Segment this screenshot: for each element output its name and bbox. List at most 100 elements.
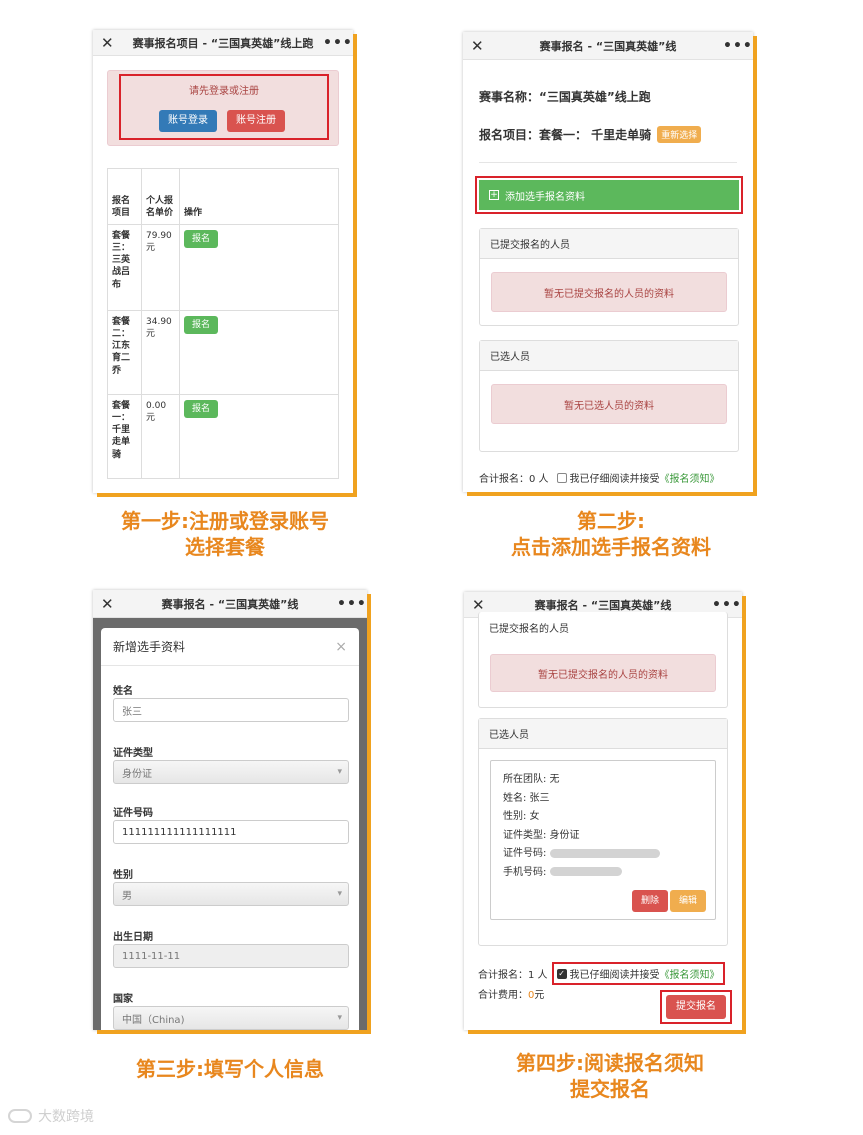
caption-line: 第一步:注册或登录账号 (121, 509, 329, 533)
caption-line: 点击添加选手报名资料 (511, 535, 711, 559)
caption-line: 第三步:填写个人信息 (136, 1057, 324, 1081)
item-line: 报名项目：套餐一： 千里走单骑 重新选择 (479, 126, 702, 143)
signup-button[interactable]: 报名 (184, 230, 219, 249)
highlight-box (475, 176, 743, 214)
id-type-label: 证件类型 (113, 748, 153, 759)
delete-button[interactable]: 删除 (632, 890, 668, 912)
divider (479, 162, 737, 163)
panel-header: 已选人员 (480, 341, 738, 371)
person-id-label: 证件号码: (503, 848, 547, 859)
screenshot-step3: ✕ 赛事报名 - “三国真英雄”线 ••• 新增选手资料 × 姓名 张三 证件类… (93, 590, 367, 1030)
submit-button[interactable]: 提交报名 (666, 995, 726, 1019)
checked-checkbox-icon[interactable]: ✓ (556, 968, 567, 979)
agree-row: ✓ 我已仔细阅读并接受 《报名须知》 (551, 962, 725, 985)
caption-line: 第二步: (577, 509, 645, 533)
agree-text: 我已仔细阅读并接受 (569, 474, 660, 485)
title-bar: ✕ 赛事报名 - “三国真英雄”线 ••• (463, 32, 753, 60)
fee-row: 合计费用：0元 (478, 986, 544, 1001)
more-icon[interactable]: ••• (723, 38, 752, 54)
register-button[interactable]: 账号注册 (227, 110, 285, 132)
caption-line: 提交报名 (570, 1077, 650, 1101)
gender-select[interactable]: 男 (113, 882, 349, 906)
package-name: 套餐一：千里走单骑 (107, 394, 142, 479)
notice-link[interactable]: 《报名须知》 (660, 470, 720, 485)
id-type-select[interactable]: 身份证 (113, 760, 349, 784)
reselect-button[interactable]: 重新选择 (657, 126, 702, 143)
fee-unit: 元 (534, 990, 545, 1001)
table-header-row: 报名项目 个人报名单价 操作 (107, 168, 339, 225)
table-row: 套餐三：三英战吕布 79.90元 报名 (107, 224, 339, 311)
header-action: 操作 (179, 168, 339, 225)
footer-row: 合计报名：1 人 ✓ 我已仔细阅读并接受 《报名须知》 (478, 962, 725, 985)
step3-caption: 第三步:填写个人信息 (80, 1056, 380, 1082)
person-id-row: 证件号码: (503, 845, 703, 864)
country-select[interactable]: 中国（China) (113, 1006, 349, 1030)
submitted-empty-alert: 暂无已提交报名的人员的资料 (490, 654, 716, 692)
page-title: 赛事报名项目 - “三国真英雄”线上跑 (132, 36, 314, 50)
close-icon[interactable]: ✕ (472, 596, 494, 614)
total-count: 合计报名：0 人 (479, 474, 549, 485)
package-name: 套餐三：三英战吕布 (107, 224, 142, 311)
add-player-modal: 新增选手资料 × 姓名 张三 证件类型 身份证 证件号码 11111111111… (101, 628, 359, 1030)
more-icon[interactable]: ••• (337, 596, 366, 612)
login-button[interactable]: 账号登录 (159, 110, 217, 132)
person-name: 姓名: 张三 (503, 792, 550, 804)
login-prompt: 请先登录或注册 (189, 86, 259, 97)
signup-button[interactable]: 报名 (184, 400, 219, 419)
modal-close-icon[interactable]: × (335, 639, 347, 655)
person-phone-row: 手机号码: (503, 864, 703, 883)
footer-row: 合计报名：0 人 我已仔细阅读并接受 《报名须知》 (479, 470, 720, 485)
header-item: 报名项目 (107, 168, 142, 225)
more-icon[interactable]: ••• (323, 35, 352, 51)
modal-title: 新增选手资料 (113, 640, 186, 654)
close-icon[interactable]: ✕ (101, 34, 123, 52)
birth-date-input[interactable]: 1111-11-11 (113, 944, 349, 968)
notice-link[interactable]: 《报名须知》 (660, 966, 720, 981)
panel-header: 已选人员 (479, 719, 727, 749)
package-table: 报名项目 个人报名单价 操作 套餐三：三英战吕布 79.90元 报名 套餐二：江… (107, 168, 339, 479)
more-icon[interactable]: ••• (712, 597, 741, 613)
step4-caption: 第四步:阅读报名须知 提交报名 (460, 1050, 760, 1102)
caption-line: 第四步:阅读报名须知 (516, 1051, 704, 1075)
birth-date-label: 出生日期 (113, 932, 153, 943)
title-bar: ✕ 赛事报名项目 - “三国真英雄”线上跑 ••• (93, 30, 353, 56)
modal-header: 新增选手资料 × (101, 628, 359, 666)
submitted-empty-alert: 暂无已提交报名的人员的资料 (491, 272, 727, 312)
fee-label: 合计费用： (478, 990, 528, 1001)
close-icon[interactable]: ✕ (101, 595, 123, 613)
close-icon[interactable]: ✕ (471, 37, 493, 55)
person-id-type: 证件类型: 身份证 (503, 829, 580, 841)
agree-checkbox[interactable] (556, 472, 567, 483)
page-title: 赛事报名 - “三国真英雄”线 (161, 597, 299, 611)
person-team: 所在团队: 无 (503, 774, 560, 785)
signup-button[interactable]: 报名 (184, 316, 219, 335)
screenshot-step2: ✕ 赛事报名 - “三国真英雄”线 ••• 赛事名称：“三国真英雄”线上跑 报名… (463, 32, 753, 492)
person-gender: 性别: 女 (503, 811, 540, 822)
id-number-input[interactable]: 111111111111111111 (113, 820, 349, 844)
gender-label: 性别 (113, 870, 133, 881)
edit-button[interactable]: 编辑 (670, 890, 706, 912)
panel-header: 已提交报名的人员 (489, 624, 569, 635)
table-row: 套餐一：千里走单骑 0.00元 报名 (107, 394, 339, 479)
selected-empty-alert: 暂无已选人员的资料 (491, 384, 727, 424)
package-price: 34.90元 (141, 310, 180, 395)
country-label: 国家 (113, 994, 133, 1005)
person-phone-label: 手机号码: (503, 866, 547, 878)
watermark-logo-icon (8, 1109, 32, 1123)
page-title: 赛事报名 - “三国真英雄”线 (539, 39, 677, 53)
screenshot-step4: ✕ 赛事报名 - “三国真英雄”线 ••• 已提交报名的人员 暂无已提交报名的人… (464, 592, 742, 1030)
title-bar: ✕ 赛事报名 - “三国真英雄”线 ••• (93, 590, 367, 618)
step2-caption: 第二步: 点击添加选手报名资料 (466, 508, 756, 560)
package-name: 套餐二：江东育二乔 (107, 310, 142, 395)
header-price: 个人报名单价 (141, 168, 180, 225)
package-price: 79.90元 (141, 224, 180, 311)
name-input[interactable]: 张三 (113, 698, 349, 722)
item-label: 报名项目：套餐一： 千里走单骑 (479, 128, 652, 142)
watermark: 大数跨境 (8, 1106, 94, 1126)
id-number-label: 证件号码 (113, 808, 153, 819)
watermark-text: 大数跨境 (38, 1109, 94, 1125)
blurred-id (549, 848, 660, 858)
caption-line: 选择套餐 (185, 535, 265, 559)
step1-caption: 第一步:注册或登录账号 选择套餐 (80, 508, 370, 560)
agree-text: 我已仔细阅读并接受 (569, 970, 660, 981)
